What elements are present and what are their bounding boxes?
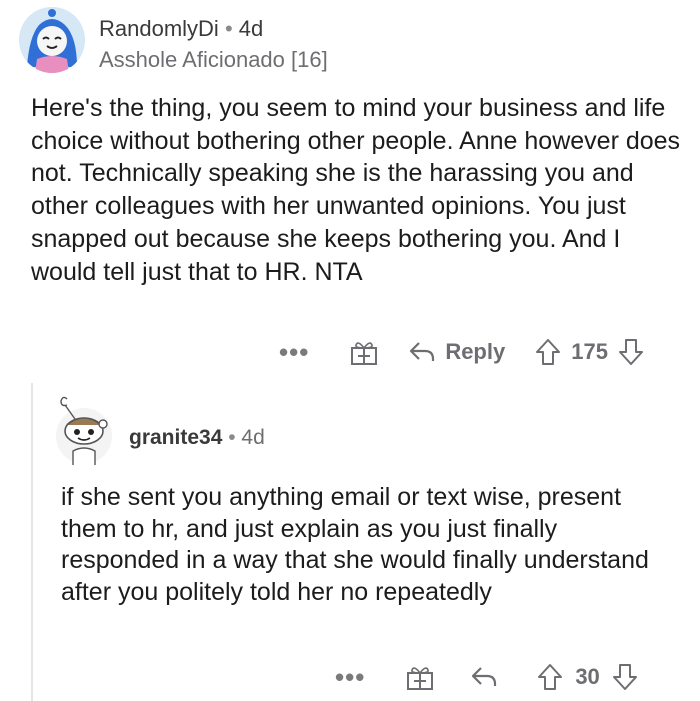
comment-author[interactable]: RandomlyDi • 4d	[99, 16, 263, 42]
upvote-arrow-icon	[536, 339, 561, 365]
user-avatar[interactable]	[19, 7, 85, 73]
comment-actions: ••• 30	[335, 662, 638, 692]
thread-line[interactable]	[31, 383, 33, 701]
comment-body: Here's the thing, you seem to mind your …	[31, 94, 681, 286]
user-flair: Asshole Aficionado [16]	[99, 47, 328, 72]
gift-icon	[351, 342, 378, 365]
award-button[interactable]	[405, 662, 435, 692]
upvote-arrow-icon	[538, 664, 563, 690]
comment-actions: ••• Reply 175	[279, 337, 644, 367]
downvote-button[interactable]	[612, 663, 638, 691]
downvote-arrow-icon	[618, 339, 643, 365]
more-options-button[interactable]: •••	[279, 339, 309, 365]
reply-label: Reply	[445, 339, 506, 364]
comment-author[interactable]: granite34 • 4d	[129, 426, 265, 450]
reply-arrow-icon	[410, 342, 435, 361]
snoo-avatar-icon	[19, 7, 85, 73]
award-button[interactable]	[349, 337, 379, 367]
reply-button[interactable]	[469, 664, 499, 690]
downvote-button[interactable]	[618, 338, 644, 366]
user-avatar[interactable]	[53, 393, 115, 467]
comment-age: 4d	[238, 16, 264, 41]
vote-score: 30	[575, 664, 600, 689]
upvote-button[interactable]	[535, 338, 561, 366]
reply-arrow-icon	[472, 667, 497, 686]
comment-body: if she sent you anything email or text w…	[61, 483, 649, 606]
reply-button[interactable]: Reply	[407, 339, 505, 365]
downvote-arrow-icon	[612, 664, 637, 690]
vote-score: 175	[571, 339, 608, 364]
comment-age: 4d	[241, 426, 265, 449]
gift-icon	[407, 667, 434, 690]
more-options-button[interactable]: •••	[335, 664, 365, 690]
default-snoo-avatar-icon	[56, 396, 112, 465]
meta-separator: •	[228, 426, 236, 449]
upvote-button[interactable]	[537, 663, 563, 691]
meta-separator: •	[224, 16, 233, 41]
